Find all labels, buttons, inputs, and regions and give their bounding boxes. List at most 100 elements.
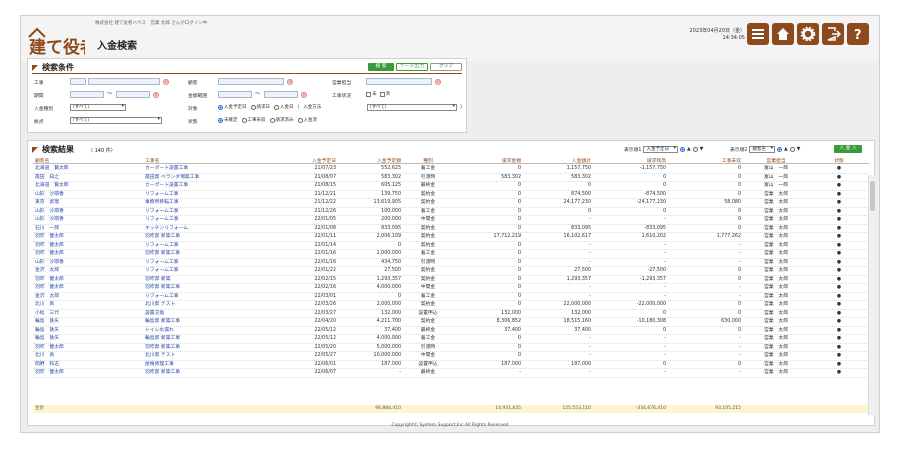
cell-customer-link[interactable]: 北川 真 xyxy=(33,301,143,309)
completion-yes-checkbox[interactable] xyxy=(379,91,385,97)
cell-customer-link[interactable]: 羽咋 健太郎 xyxy=(33,344,143,352)
branch-select[interactable]: (すべて) xyxy=(70,117,162,124)
customer-input[interactable] xyxy=(218,78,284,85)
sales-input[interactable] xyxy=(366,78,432,85)
koji-code-input[interactable] xyxy=(70,78,86,85)
cell-project-link[interactable]: 事務所移転工事 xyxy=(143,199,273,207)
clear-koji-icon[interactable]: × xyxy=(163,78,169,85)
koji-name-input[interactable] xyxy=(88,78,160,85)
cell-customer-link[interactable]: 山形 沙耶香 xyxy=(33,216,143,224)
cell-customer-link[interactable]: 石川 一郎 xyxy=(33,225,143,233)
cell-customer-link[interactable]: 羽咋 健太郎 xyxy=(33,276,143,284)
cell-project-link[interactable]: 羽咋邸 新築工事 xyxy=(143,344,273,352)
col-uncollected[interactable]: 工事未収 xyxy=(668,157,743,164)
sort1-select[interactable]: 入金予定日 xyxy=(643,146,678,153)
help-button[interactable]: ? xyxy=(847,23,869,45)
clear-button[interactable]: クリア xyxy=(430,63,462,71)
sort2-select[interactable]: 顧客名 xyxy=(749,146,775,153)
cell-project-link[interactable]: リフォーム工事 xyxy=(143,259,273,267)
cell-project-link[interactable]: 北川邸 テスト xyxy=(143,352,273,360)
col-scheduled-date[interactable]: 入金予定日 xyxy=(273,157,338,164)
cell-project-link[interactable]: キッチンリフォーム xyxy=(143,225,273,233)
cell-project-link[interactable]: 輪島邸 新築工事 xyxy=(143,318,273,326)
completion-no-checkbox[interactable] xyxy=(366,91,371,97)
table-row[interactable]: 石川 一郎 キッチンリフォーム 22/01/08 833,095 契約金 0 833,095… xyxy=(33,225,869,233)
target-radio-invoice[interactable] xyxy=(250,104,256,110)
table-row[interactable]: 羽咋 健太郎 羽咋邸 新築工事 22/05/20 5,000,000 引渡時 0 - - - 営業… xyxy=(33,344,869,352)
cell-project-link[interactable]: リフォーム工事 xyxy=(143,293,273,301)
cell-project-link[interactable]: 屋根修理工事 xyxy=(143,361,273,369)
table-row[interactable]: 輪島 鉄矢 輪島邸 新築工事 22/05/12 4,000,000 着工金 0 - - - 営業 … xyxy=(33,335,869,344)
period-from-input[interactable] xyxy=(70,91,104,98)
cell-customer-link[interactable]: 輪島 鉄矢 xyxy=(33,318,143,326)
table-row[interactable]: 羽咋 健太郎 リフォーム工事 22/01/14 0 契約金 0 - - - 営業 太郎 ● xyxy=(33,242,869,250)
cell-customer-link[interactable]: 東京 武瑠 xyxy=(33,199,143,207)
col-paid-total[interactable]: 入金額計 xyxy=(523,157,593,164)
cell-customer-link[interactable]: 羽咋 健太郎 xyxy=(33,369,143,377)
cell-project-link[interactable]: 羽咋邸 新築工事 xyxy=(143,233,273,241)
cell-customer-link[interactable]: 羽咋 健太郎 xyxy=(33,233,143,241)
cell-customer-link[interactable]: 岡野 和志 xyxy=(33,361,143,369)
col-scheduled-amount[interactable]: 入金予定額 xyxy=(338,157,403,164)
cell-project-link[interactable]: 輪島邸 新築工事 xyxy=(143,335,273,343)
amount-to-input[interactable] xyxy=(264,91,298,98)
clear-sales-icon[interactable]: × xyxy=(435,78,441,85)
amount-from-input[interactable] xyxy=(218,91,252,98)
sort2-asc-radio[interactable] xyxy=(776,147,782,152)
status-radio-unconfirmed[interactable] xyxy=(218,117,223,123)
table-row[interactable]: 羽咋 健太郎 羽咋邸 新築 22/02/15 1,293,357 契約金 0 1,293,3… xyxy=(33,276,869,284)
table-row[interactable]: 北川 真北川邸 テスト 22/05/27 10,000,000 中間金 0 - - - 営業 太… xyxy=(33,352,869,361)
clear-period-icon[interactable]: × xyxy=(153,91,159,98)
col-customer[interactable]: 顧客名 xyxy=(33,157,143,164)
table-row[interactable]: 羽咋 健太郎 羽咋邸 新築工事 22/01/16 2,000,000 着工金 0 - - - 営業… xyxy=(33,250,869,259)
cell-project-link[interactable]: リフォーム工事 xyxy=(143,267,273,275)
table-row[interactable]: 羽咋 健太郎 羽咋邸 新築工事 22/06/07 - 最終金 - - - - 営業 太郎 ● xyxy=(33,369,869,378)
sort1-asc-radio[interactable] xyxy=(679,147,685,152)
table-row[interactable]: 金沢 太郎 リフォーム工事 22/01/22 27,500 契約金 0 27,500 -27,… xyxy=(33,267,869,276)
cell-project-link[interactable]: 羽咋邸 新築工事 xyxy=(143,284,273,292)
cell-project-link[interactable]: トイレ水漏れ xyxy=(143,327,273,335)
table-row[interactable]: 岡野 和志 屋根修理工事 22/06/01 187,000 設置申込 187,000 187… xyxy=(33,361,869,369)
menu-button[interactable] xyxy=(747,23,769,45)
cell-customer-link[interactable]: 羽咋 健太郎 xyxy=(33,242,143,250)
settings-button[interactable] xyxy=(797,23,819,45)
sort2-desc-radio[interactable] xyxy=(789,147,795,152)
table-row[interactable]: 輪島 鉄矢 トイレ水漏れ 22/05/12 37,400 最終金 37,400 37,400… xyxy=(33,327,869,335)
scrollbar-thumb[interactable] xyxy=(870,181,875,211)
search-button[interactable]: 検 索 xyxy=(368,63,394,71)
status-radio-paid[interactable] xyxy=(297,117,303,123)
table-row[interactable]: 小松 三代 設置交換 22/03/27 132,000 設置申込 132,000 132,0… xyxy=(33,310,869,318)
table-row[interactable]: 山形 沙耶香 リフォーム工事 22/01/16 434,750 引渡時 0 - - - 営業 太郎… xyxy=(33,259,869,267)
cell-customer-link[interactable]: 輪島 鉄矢 xyxy=(33,327,143,335)
table-row[interactable]: 北海道 賢太郎 カーポート設置工事 21/07/23 552,625 着工金 0 1,157… xyxy=(33,165,869,174)
table-row[interactable]: 霞田 知之 霞田邸 ベランダ増築工事 21/08/07 583,302 引渡時 583,3… xyxy=(33,174,869,182)
cell-project-link[interactable]: カーポート設置工事 xyxy=(143,182,273,190)
cell-customer-link[interactable]: 山形 沙耶香 xyxy=(33,259,143,267)
cell-customer-link[interactable]: 北海道 賢太郎 xyxy=(33,182,143,190)
payment-input-button[interactable]: 入 金 入 xyxy=(834,145,862,153)
table-scrollbar[interactable] xyxy=(868,175,875,415)
cell-customer-link[interactable]: 霞田 知之 xyxy=(33,174,143,182)
table-row[interactable]: 東京 武瑠 事務所移転工事 21/12/22 13,619,905 契約金 0 24,177… xyxy=(33,199,869,208)
cell-project-link[interactable]: 羽咋邸 新築 xyxy=(143,276,273,284)
cell-customer-link[interactable]: 北川 真 xyxy=(33,352,143,360)
target-radio-scheduled[interactable] xyxy=(218,104,223,110)
col-invoice-balance[interactable]: 請求残高 xyxy=(593,157,668,164)
cell-project-link[interactable]: 羽咋邸 新築工事 xyxy=(143,250,273,258)
clear-customer-icon[interactable]: × xyxy=(287,78,293,85)
cell-customer-link[interactable]: 山形 沙耶香 xyxy=(33,191,143,199)
cell-project-link[interactable]: リフォーム工事 xyxy=(143,191,273,199)
cell-project-link[interactable]: リフォーム工事 xyxy=(143,216,273,224)
cell-project-link[interactable]: 北川邸 テスト xyxy=(143,301,273,309)
cell-customer-link[interactable]: 小松 三代 xyxy=(33,310,143,318)
status-radio-invoiced[interactable] xyxy=(269,117,275,123)
cell-project-link[interactable]: カーポート設置工事 xyxy=(143,165,273,173)
target-radio-paid[interactable] xyxy=(274,104,279,110)
home-button[interactable] xyxy=(772,23,794,45)
export-button[interactable]: データ出力 xyxy=(396,63,428,71)
table-row[interactable]: 金沢 太郎 リフォーム工事 22/03/01 0 着工金 0 - - - 営業 太郎 ● xyxy=(33,293,869,301)
col-status[interactable]: 状態 xyxy=(809,157,869,164)
status-radio-uncollected[interactable] xyxy=(241,117,247,123)
table-row[interactable]: 輪島 鉄矢 輪島邸 新築工事 22/04/20 4,211,700 契約金 8,306,8… xyxy=(33,318,869,327)
cell-project-link[interactable]: 羽咋邸 新築工事 xyxy=(143,369,273,377)
